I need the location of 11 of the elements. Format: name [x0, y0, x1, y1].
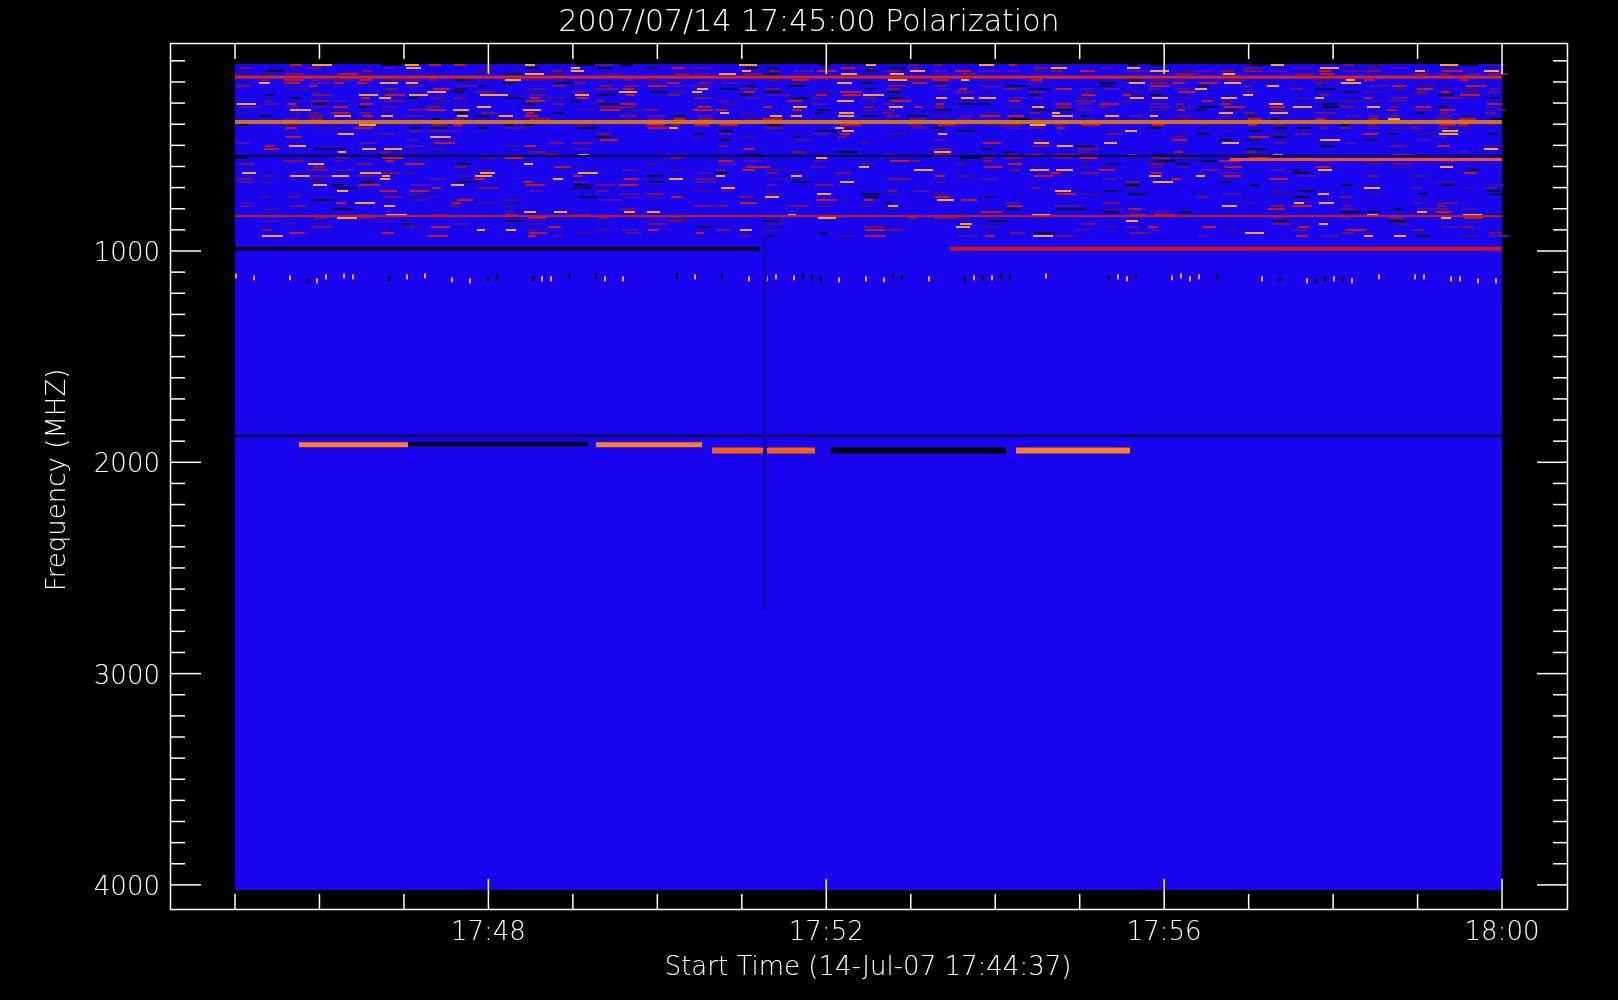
y-tick-label: 3000	[93, 659, 160, 690]
x-tick-label: 18:00	[1464, 916, 1540, 946]
x-tick-label: 17:48	[450, 916, 526, 946]
y-tick-label: 4000	[93, 870, 160, 901]
y-tick-label: 2000	[93, 448, 160, 479]
x-tick-label: 17:56	[1126, 916, 1202, 946]
chart-title: 2007/07/14 17:45:00 Polarization	[558, 3, 1060, 38]
y-axis-label: Frequency (MHZ)	[41, 368, 71, 592]
x-tick-label: 17:52	[788, 916, 864, 946]
x-axis-label: Start Time (14-Jul-07 17:44:37)	[664, 951, 1072, 981]
y-tick-label: 1000	[93, 237, 160, 267]
